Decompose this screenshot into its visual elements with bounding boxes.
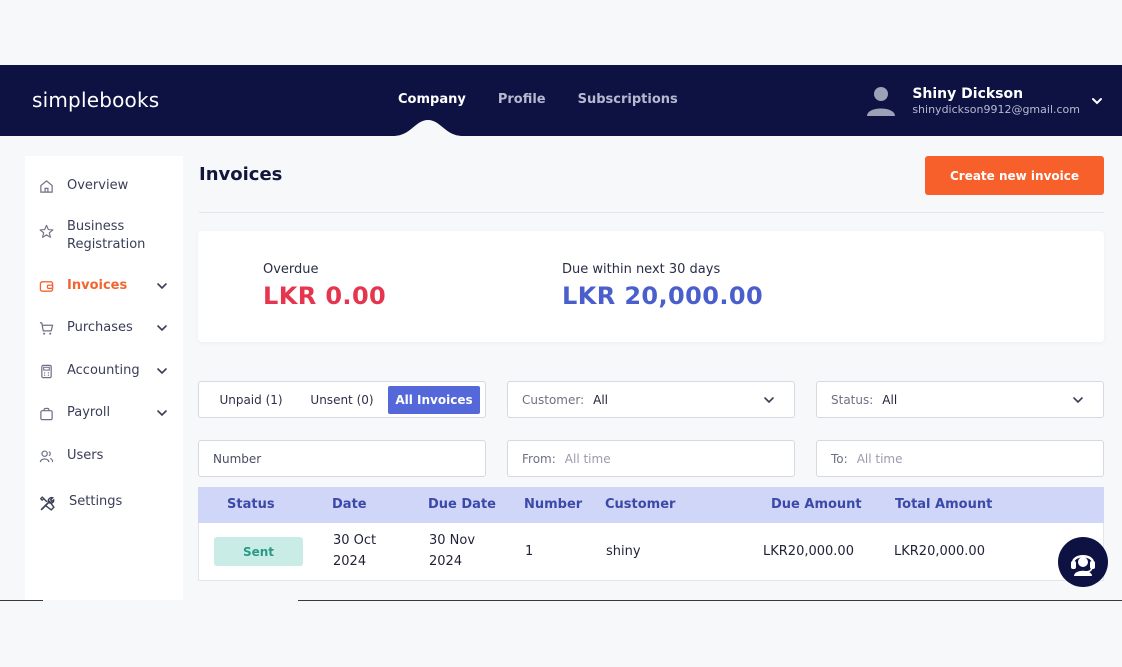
nav-item-subscriptions[interactable]: Subscriptions	[578, 92, 678, 107]
due-soon-block: Due within next 30 days LKR 20,000.00	[562, 262, 763, 310]
invoice-filter-tabs: Unpaid (1) Unsent (0) All Invoices	[198, 381, 486, 418]
support-agent-icon	[1071, 555, 1095, 576]
sidebar-item-label: Users	[67, 448, 104, 463]
sidebar: Overview Business Registration Invoices …	[25, 156, 183, 601]
star-icon	[39, 224, 54, 238]
bag-icon	[40, 407, 53, 421]
status-select[interactable]: Status: All	[816, 381, 1104, 418]
invoice-due-date-day: 30 Nov	[429, 533, 476, 548]
invoice-total-amount: LKR20,000.00	[894, 544, 985, 559]
sidebar-item-label: Settings	[69, 494, 123, 509]
invoice-due-date: 30 Nov 2024	[429, 530, 475, 572]
app-logo[interactable]: simplebooks	[32, 88, 159, 112]
nav-item-company[interactable]: Company	[398, 92, 466, 107]
title-divider	[199, 212, 1104, 213]
overdue-value: LKR 0.00	[263, 282, 387, 310]
status-badge: Sent	[214, 537, 303, 566]
sidebar-item-overview[interactable]: Overview	[39, 177, 169, 195]
due-soon-value: LKR 20,000.00	[562, 282, 764, 310]
sidebar-item-label: Purchases	[67, 320, 133, 335]
customer-select-value: All	[593, 392, 609, 407]
chevron-down-icon[interactable]	[155, 364, 169, 378]
help-support-button[interactable]	[1058, 537, 1108, 587]
chevron-down-icon[interactable]	[1090, 94, 1104, 108]
home-icon	[40, 180, 53, 193]
number-input-placeholder: Number	[213, 451, 262, 466]
from-date-placeholder: All time	[564, 451, 611, 466]
tab-all-invoices[interactable]: All Invoices	[388, 386, 480, 414]
invoice-number: 1	[525, 544, 534, 559]
invoice-date-day: 30 Oct	[333, 533, 377, 548]
sidebar-item-business-registration[interactable]: Business Registration	[39, 218, 169, 254]
sidebar-item-settings[interactable]: Settings	[39, 493, 169, 512]
column-header-number[interactable]: Number	[524, 497, 582, 512]
chevron-down-icon[interactable]	[155, 406, 169, 420]
number-input[interactable]: Number	[198, 440, 486, 477]
to-date-label: To:	[831, 451, 848, 466]
column-header-customer[interactable]: Customer	[605, 497, 675, 512]
sidebar-item-label: Business Registration	[67, 219, 146, 252]
top-header: simplebooks Company Profile Subscription…	[0, 65, 1122, 136]
viewport-edge-gap	[43, 600, 298, 602]
tab-unpaid[interactable]: Unpaid (1)	[212, 386, 290, 414]
invoice-due-amount: LKR20,000.00	[763, 544, 854, 559]
invoice-due-date-year: 2024	[429, 554, 463, 569]
invoice-table-header: Status Date Due Date Number Customer Due…	[198, 487, 1104, 523]
user-name: Shiny Dickson	[912, 85, 1024, 102]
users-icon	[39, 450, 54, 463]
calculator-icon	[41, 364, 52, 379]
page-title: Invoices	[199, 164, 283, 185]
sidebar-item-purchases[interactable]: Purchases	[39, 319, 169, 337]
chevron-down-icon[interactable]	[155, 321, 169, 335]
column-header-due-amount[interactable]: Due Amount	[771, 497, 862, 512]
invoice-date-year: 2024	[333, 554, 367, 569]
column-header-due-date[interactable]: Due Date	[428, 497, 496, 512]
sidebar-item-label: Accounting	[67, 363, 140, 378]
active-nav-indicator	[393, 120, 463, 136]
from-date-label: From:	[522, 451, 556, 466]
wallet-icon	[39, 281, 54, 292]
to-date-input[interactable]: To: All time	[816, 440, 1104, 477]
user-avatar-icon	[867, 87, 896, 116]
column-header-date[interactable]: Date	[332, 497, 367, 512]
invoice-summary-card: Overdue LKR 0.00 Due within next 30 days…	[198, 231, 1104, 342]
column-header-total-amount[interactable]: Total Amount	[895, 497, 992, 512]
from-date-input[interactable]: From: All time	[507, 440, 795, 477]
create-invoice-button[interactable]: Create new invoice	[925, 156, 1104, 195]
chevron-down-icon[interactable]	[1071, 393, 1085, 407]
customer-select-label: Customer:	[522, 392, 585, 407]
to-date-placeholder: All time	[856, 451, 903, 466]
table-row[interactable]: Sent 30 Oct 2024 30 Nov 2024 1 shiny LKR…	[198, 523, 1104, 581]
user-info: Shiny Dickson shinydickson9912@gmail.com	[912, 86, 1080, 117]
top-nav: Company Profile Subscriptions	[398, 92, 710, 107]
sidebar-item-label: Payroll	[67, 405, 111, 420]
sidebar-item-payroll[interactable]: Payroll	[39, 404, 169, 422]
chevron-down-icon[interactable]	[762, 393, 776, 407]
user-menu[interactable]: Shiny Dickson shinydickson9912@gmail.com	[866, 85, 1104, 117]
due-soon-label: Due within next 30 days	[562, 262, 721, 277]
overdue-block: Overdue LKR 0.00	[263, 262, 386, 310]
status-select-label: Status:	[831, 392, 874, 407]
user-email: shinydickson9912@gmail.com	[912, 102, 1080, 116]
sidebar-item-label: Invoices	[67, 278, 128, 293]
overdue-label: Overdue	[263, 262, 319, 277]
tab-unsent[interactable]: Unsent (0)	[303, 386, 381, 414]
sidebar-item-users[interactable]: Users	[39, 447, 169, 465]
column-header-status[interactable]: Status	[227, 497, 275, 512]
customer-select[interactable]: Customer: All	[507, 381, 795, 418]
sidebar-item-label: Overview	[67, 178, 129, 193]
invoice-customer: shiny	[606, 544, 641, 559]
sidebar-item-accounting[interactable]: Accounting	[39, 362, 169, 380]
tools-icon	[39, 496, 55, 511]
status-select-value: All	[882, 392, 898, 407]
sidebar-item-invoices[interactable]: Invoices	[39, 277, 169, 295]
nav-item-profile[interactable]: Profile	[498, 92, 546, 107]
invoice-date: 30 Oct 2024	[333, 530, 376, 572]
chevron-down-icon[interactable]	[155, 279, 169, 293]
cart-icon	[39, 322, 54, 335]
